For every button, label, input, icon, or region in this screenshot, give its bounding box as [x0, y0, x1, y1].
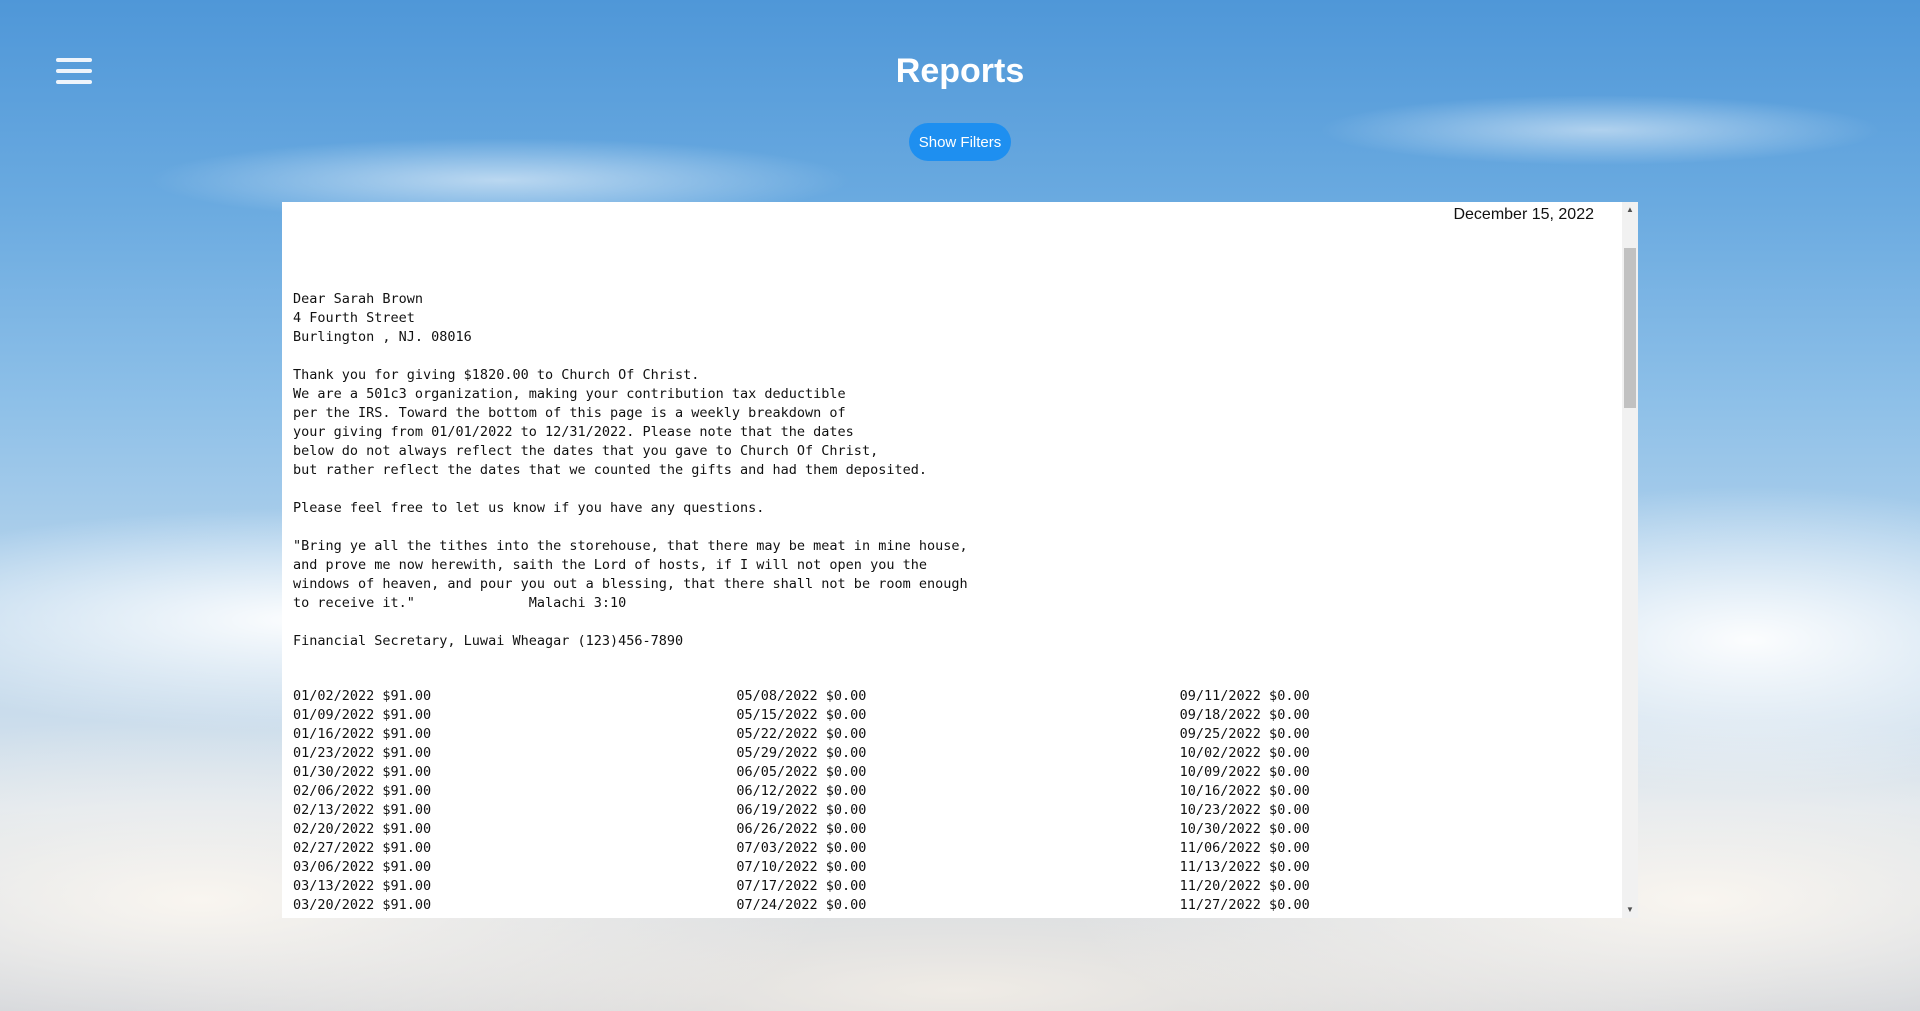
scroll-up-arrow-icon[interactable]: ▲ [1622, 202, 1638, 218]
weekly-row: 06/05/2022 $0.00 [736, 764, 867, 780]
weekly-row: 05/08/2022 $0.00 [736, 688, 867, 704]
page-title: Reports [895, 52, 1025, 90]
letter-line: but rather reflect the dates that we cou… [293, 462, 927, 478]
letter-line: Burlington , NJ. 08016 [293, 329, 472, 345]
show-filters-button[interactable]: Show Filters [909, 123, 1011, 161]
letter-line: windows of heaven, and pour you out a bl… [293, 576, 968, 592]
report-viewer[interactable]: December 15, 2022 Dear Sarah Brown 4 Fou… [282, 202, 1638, 918]
scroll-down-arrow-icon[interactable]: ▼ [1622, 902, 1638, 918]
weekly-row: 07/03/2022 $0.00 [736, 840, 867, 856]
weekly-row: 01/16/2022 $91.00 [293, 726, 432, 742]
weekly-row: 10/09/2022 $0.00 [1179, 764, 1310, 780]
weekly-row: 01/23/2022 $91.00 [293, 745, 432, 761]
weekly-row: 01/02/2022 $91.00 [293, 688, 432, 704]
weekly-row: 07/17/2022 $0.00 [736, 878, 867, 894]
weekly-row: 11/27/2022 $0.00 [1179, 897, 1310, 913]
letter-line: below do not always reflect the dates th… [293, 443, 879, 459]
weekly-row: 06/19/2022 $0.00 [736, 802, 867, 818]
letter-line: Thank you for giving $1820.00 to Church … [293, 367, 700, 383]
weekly-row: 01/09/2022 $91.00 [293, 707, 432, 723]
weekly-row: 02/13/2022 $91.00 [293, 802, 432, 818]
weekly-row: 05/29/2022 $0.00 [736, 745, 867, 761]
vertical-scrollbar[interactable]: ▲ ▼ [1622, 202, 1638, 918]
weekly-row: 03/06/2022 $91.00 [293, 859, 432, 875]
weekly-row: 07/10/2022 $0.00 [736, 859, 867, 875]
weekly-row: 03/13/2022 $91.00 [293, 878, 432, 894]
weekly-row: 11/06/2022 $0.00 [1179, 840, 1310, 856]
weekly-row: 05/15/2022 $0.00 [736, 707, 867, 723]
weekly-row: 02/27/2022 $91.00 [293, 840, 432, 856]
weekly-row: 09/18/2022 $0.00 [1179, 707, 1310, 723]
weekly-row: 05/22/2022 $0.00 [736, 726, 867, 742]
weekly-row: 06/12/2022 $0.00 [736, 783, 867, 799]
letter-line: We are a 501c3 organization, making your… [293, 386, 846, 402]
scroll-thumb[interactable] [1624, 248, 1636, 408]
letter-line: per the IRS. Toward the bottom of this p… [293, 405, 846, 421]
weekly-row: 07/24/2022 $0.00 [736, 897, 867, 913]
weekly-column: 05/08/2022 $0.00 05/15/2022 $0.00 05/22/20… [736, 687, 1179, 915]
letter-line: Financial Secretary, Luwai Wheagar (123)… [293, 633, 684, 649]
report-content: December 15, 2022 Dear Sarah Brown 4 Fou… [282, 202, 1622, 918]
letter-line: 4 Fourth Street [293, 310, 415, 326]
letter-body: Dear Sarah Brown 4 Fourth Street Burling… [293, 290, 968, 651]
weekly-row: 11/20/2022 $0.00 [1179, 878, 1310, 894]
letter-line: Dear Sarah Brown [293, 291, 424, 307]
weekly-breakdown: 01/02/2022 $91.00 01/09/2022 $91.00 01/16/… [293, 687, 1622, 915]
weekly-column: 09/11/2022 $0.00 09/18/2022 $0.00 09/25/20… [1180, 687, 1622, 915]
weekly-row: 10/23/2022 $0.00 [1179, 802, 1310, 818]
weekly-row: 09/11/2022 $0.00 [1179, 688, 1310, 704]
weekly-row: 02/06/2022 $91.00 [293, 783, 432, 799]
weekly-row: 02/20/2022 $91.00 [293, 821, 432, 837]
weekly-row: 10/02/2022 $0.00 [1179, 745, 1310, 761]
letter-line: your giving from 01/01/2022 to 12/31/202… [293, 424, 854, 440]
letter-line: and prove me now herewith, saith the Lor… [293, 557, 927, 573]
weekly-row: 10/30/2022 $0.00 [1179, 821, 1310, 837]
weekly-row: 11/13/2022 $0.00 [1179, 859, 1310, 875]
letter-line: to receive it." Malachi 3:10 [293, 595, 627, 611]
weekly-row: 01/30/2022 $91.00 [293, 764, 432, 780]
weekly-row: 03/20/2022 $91.00 [293, 897, 432, 913]
weekly-row: 10/16/2022 $0.00 [1179, 783, 1310, 799]
weekly-row: 06/26/2022 $0.00 [736, 821, 867, 837]
letter-line: Please feel free to let us know if you h… [293, 500, 765, 516]
report-date: December 15, 2022 [1453, 206, 1594, 223]
weekly-column: 01/02/2022 $91.00 01/09/2022 $91.00 01/16/… [293, 687, 736, 915]
letter-line: "Bring ye all the tithes into the storeh… [293, 538, 968, 554]
weekly-row: 09/25/2022 $0.00 [1179, 726, 1310, 742]
